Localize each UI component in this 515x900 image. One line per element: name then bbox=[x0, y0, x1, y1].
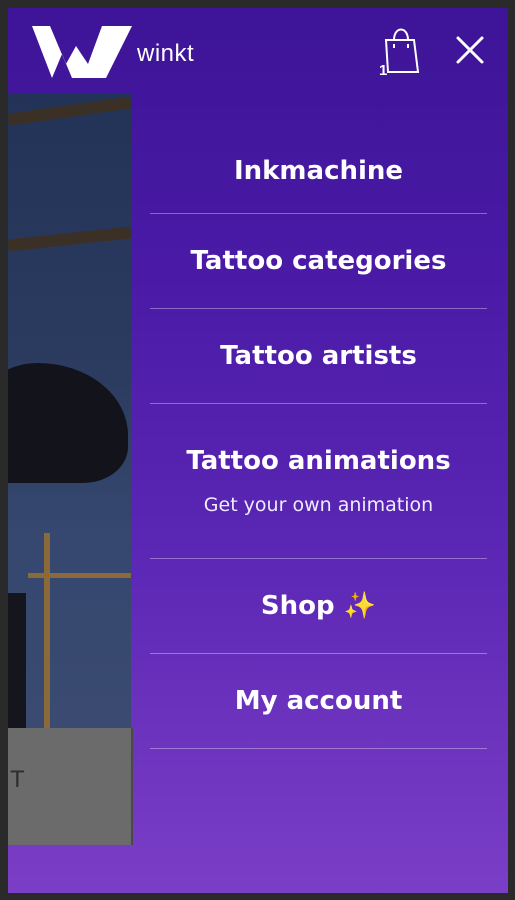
background-panel-text: T bbox=[10, 766, 25, 793]
menu-item-tattoo-categories[interactable]: Tattoo categories bbox=[150, 214, 487, 309]
winkt-logo[interactable] bbox=[32, 26, 132, 82]
background-panel: T bbox=[8, 728, 133, 845]
menu-item-label: Tattoo animations bbox=[186, 446, 451, 476]
close-menu-button[interactable] bbox=[454, 34, 486, 66]
menu-item-label: My account bbox=[234, 686, 403, 716]
menu-item-my-account[interactable]: My account bbox=[150, 654, 487, 749]
menu-item-label: Shop ✨ bbox=[260, 591, 377, 621]
header: winkt 1 bbox=[8, 8, 508, 93]
cart-button[interactable]: 1 bbox=[378, 26, 422, 79]
menu-item-label: Inkmachine bbox=[233, 155, 404, 186]
menu-item-inkmachine[interactable]: Inkmachine bbox=[150, 128, 487, 214]
menu-item-shop[interactable]: Shop ✨ bbox=[150, 559, 487, 654]
menu-item-sublabel[interactable]: Get your own animation bbox=[204, 494, 433, 516]
menu-item-tattoo-animations[interactable]: Tattoo animations Get your own animation bbox=[150, 404, 487, 559]
cart-count-badge: 1 bbox=[379, 62, 388, 79]
brand-name: winkt bbox=[137, 40, 195, 67]
close-icon bbox=[456, 36, 484, 64]
menu-item-tattoo-artists[interactable]: Tattoo artists bbox=[150, 309, 487, 404]
menu-item-label: Tattoo categories bbox=[190, 246, 447, 276]
app-frame: T winkt 1 Inkmachine Tattoo categories T… bbox=[8, 8, 508, 893]
menu-item-label: Tattoo artists bbox=[220, 341, 417, 371]
main-menu: Inkmachine Tattoo categories Tattoo arti… bbox=[150, 128, 487, 749]
background-photo bbox=[8, 93, 131, 728]
